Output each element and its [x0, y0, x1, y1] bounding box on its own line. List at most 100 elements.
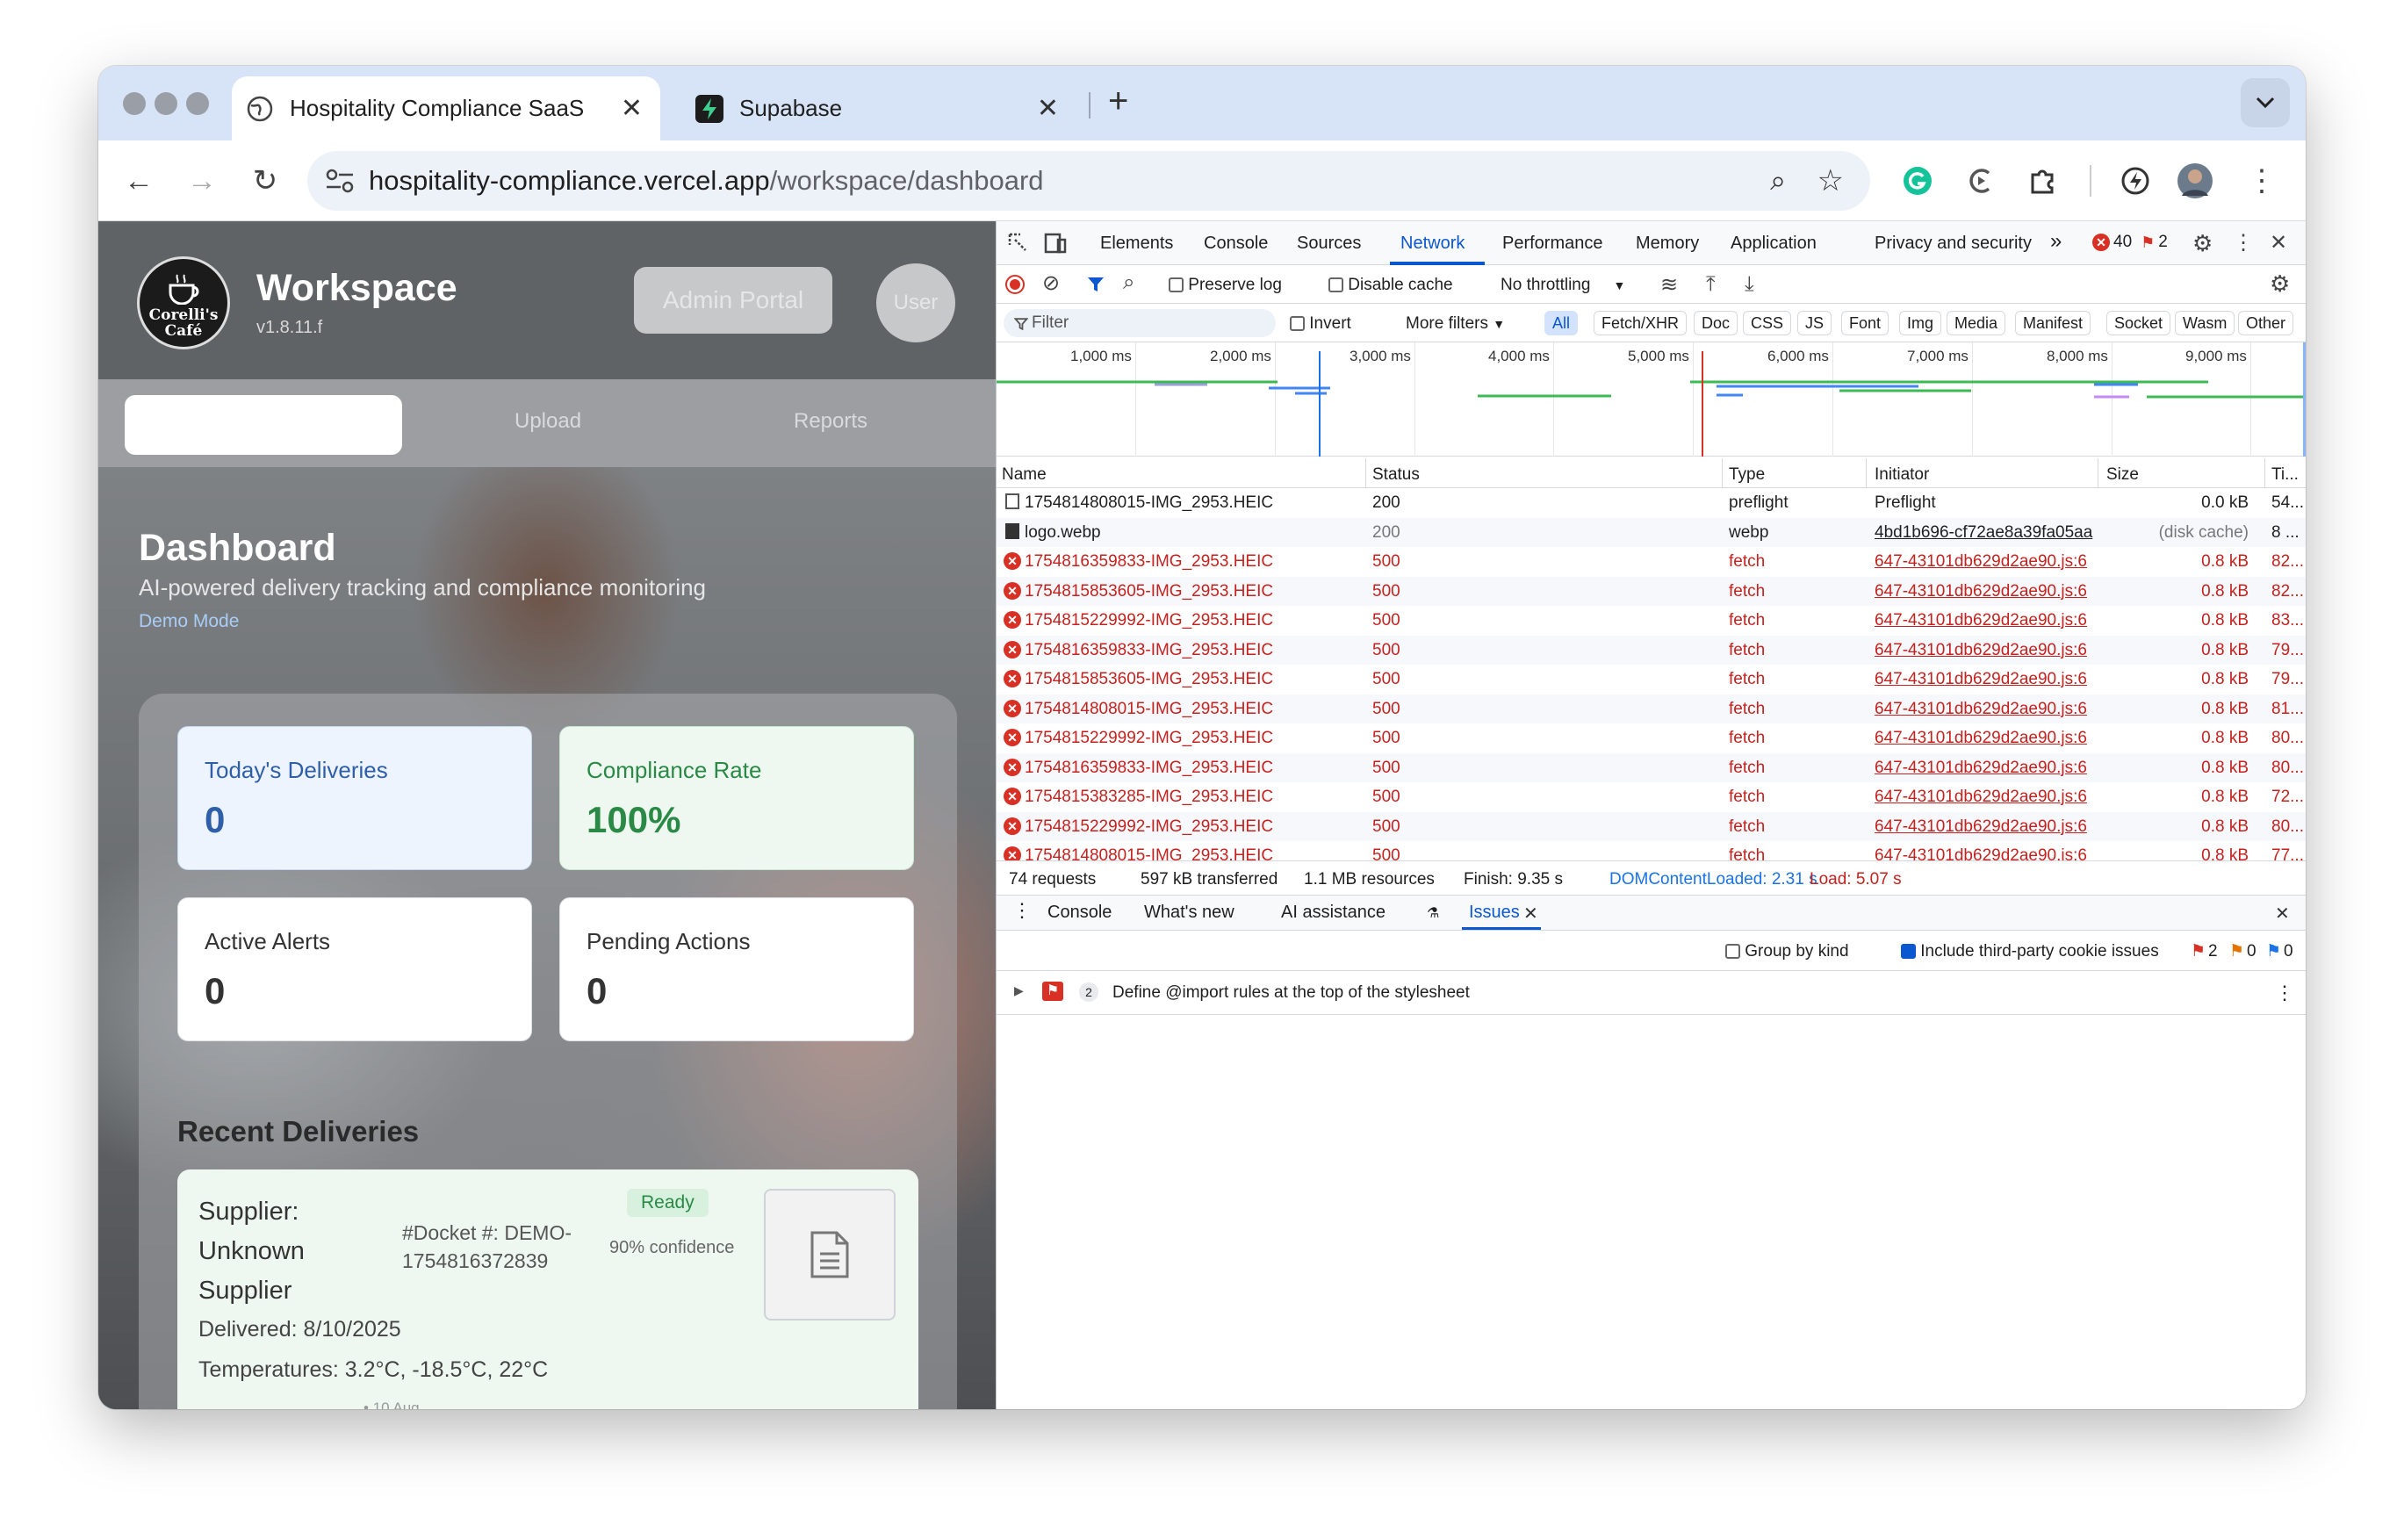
- new-tab-icon[interactable]: +: [1108, 82, 1128, 121]
- back-icon[interactable]: ←: [118, 160, 160, 202]
- cell-initiator[interactable]: 647-43101db629d2ae90.js:6: [1875, 729, 2094, 748]
- devtools-menu-icon[interactable]: ⋮: [2233, 230, 2254, 255]
- expand-triangle-icon[interactable]: ▶: [1014, 983, 1024, 998]
- zoom-window-button[interactable]: [186, 92, 209, 115]
- device-toolbar-icon[interactable]: [1044, 232, 1067, 255]
- chip-img[interactable]: Img: [1899, 311, 1942, 335]
- cell-initiator[interactable]: 647-43101db629d2ae90.js:6: [1875, 582, 2094, 601]
- avatar[interactable]: [2174, 160, 2216, 202]
- close-tab-icon[interactable]: ✕: [621, 93, 643, 124]
- drawer-menu-icon[interactable]: ⋮: [1012, 899, 1032, 922]
- more-filters-dropdown[interactable]: More filters ▼: [1406, 314, 1505, 334]
- reload-icon[interactable]: ↻: [244, 160, 286, 202]
- cell-initiator[interactable]: 647-43101db629d2ae90.js:6: [1875, 700, 2094, 719]
- network-settings-icon[interactable]: ⚙: [2270, 270, 2290, 298]
- record-icon[interactable]: [1005, 275, 1025, 294]
- cell-initiator[interactable]: 647-43101db629d2ae90.js:6: [1875, 641, 2094, 660]
- document-thumbnail[interactable]: [764, 1189, 896, 1321]
- network-conditions-icon[interactable]: ≋: [1660, 272, 1678, 298]
- tab-supabase[interactable]: Supabase ✕: [681, 76, 1076, 140]
- request-row[interactable]: ✕ 1754815229992-IMG_2953.HEIC 500 fetch 647-…: [997, 811, 2306, 841]
- request-row[interactable]: ✕ 1754815853605-IMG_2953.HEIC 500 fetch 647-…: [997, 665, 2306, 694]
- third-party-checkbox[interactable]: Include third-party cookie issues: [1901, 942, 2159, 961]
- drawer-tab-console[interactable]: Console: [1047, 903, 1112, 923]
- throttling-select[interactable]: No throttling ▼: [1501, 276, 1625, 295]
- cell-initiator[interactable]: 647-43101db629d2ae90.js:6: [1875, 552, 2094, 572]
- chip-other[interactable]: Other: [2238, 311, 2294, 335]
- error-counter[interactable]: ✕ 40 ⚑ 2: [2092, 233, 2168, 252]
- close-issues-tab-icon[interactable]: ✕: [1523, 903, 1538, 925]
- drawer-tab-whats-new[interactable]: What's new: [1144, 903, 1234, 923]
- request-row[interactable]: ✕ 1754816359833-IMG_2953.HEIC 500 fetch 647-…: [997, 547, 2306, 577]
- request-row[interactable]: ✕ 1754816359833-IMG_2953.HEIC 500 fetch 647-…: [997, 635, 2306, 665]
- issue-row[interactable]: ▶ ⚑ 2 Define @import rules at the top of…: [997, 971, 2306, 1015]
- cell-initiator[interactable]: 647-43101db629d2ae90.js:6: [1875, 788, 2094, 807]
- performance-icon[interactable]: [2114, 160, 2156, 202]
- filter-input[interactable]: Filter: [1004, 309, 1276, 337]
- request-row[interactable]: ✕ 1754815229992-IMG_2953.HEIC 500 fetch 647-…: [997, 723, 2306, 753]
- extensions-puzzle-icon[interactable]: [2021, 160, 2063, 202]
- tab-performance[interactable]: Performance: [1502, 234, 1603, 254]
- col-name[interactable]: Name: [1002, 465, 1047, 485]
- grammarly-icon[interactable]: [1897, 160, 1939, 202]
- disable-cache-checkbox[interactable]: Disable cache: [1328, 276, 1453, 295]
- demo-mode-link[interactable]: Demo Mode: [139, 611, 239, 632]
- chip-font[interactable]: Font: [1841, 311, 1889, 335]
- request-row[interactable]: ✕ 1754814808015-IMG_2953.HEIC 500 fetch 647-…: [997, 694, 2306, 723]
- site-settings-icon[interactable]: [325, 168, 355, 194]
- request-row[interactable]: ✕ 1754814808015-IMG_2953.HEIC 500 fetch 647-…: [997, 841, 2306, 860]
- request-row[interactable]: ✕ 1754816359833-IMG_2953.HEIC 500 fetch 647-…: [997, 752, 2306, 782]
- chip-fetch-xhr[interactable]: Fetch/XHR: [1594, 311, 1688, 335]
- clear-icon[interactable]: ⊘: [1042, 270, 1060, 296]
- delivery-card[interactable]: Supplier: Unknown Supplier #Docket #: DE…: [177, 1169, 918, 1409]
- cell-initiator[interactable]: Preflight: [1875, 493, 2094, 513]
- col-size[interactable]: Size: [2106, 465, 2139, 485]
- request-row[interactable]: ✕ 1754815853605-IMG_2953.HEIC 500 fetch 647-…: [997, 576, 2306, 606]
- settings-gear-icon[interactable]: ⚙: [2192, 230, 2213, 257]
- tab-upload[interactable]: Upload: [515, 409, 581, 434]
- request-row[interactable]: 1754814808015-IMG_2953.HEIC 200 preflight P…: [997, 488, 2306, 518]
- preserve-log-checkbox[interactable]: Preserve log: [1169, 276, 1282, 295]
- request-row[interactable]: logo.webp 200 webp 4bd1b696-cf72ae8a39fa05a…: [997, 517, 2306, 547]
- extension-icon[interactable]: [1960, 160, 2002, 202]
- tab-hospitality[interactable]: Hospitality Compliance SaaS ✕: [232, 76, 660, 140]
- col-type[interactable]: Type: [1729, 465, 1765, 485]
- chip-media[interactable]: Media: [1947, 311, 2006, 335]
- col-initiator[interactable]: Initiator: [1875, 465, 1929, 485]
- tab-dashboard[interactable]: [125, 395, 402, 455]
- filter-funnel-icon[interactable]: [1086, 275, 1105, 294]
- user-menu-button[interactable]: User: [876, 263, 955, 342]
- issue-menu-icon[interactable]: ⋮: [2275, 982, 2294, 1004]
- group-by-kind-checkbox[interactable]: Group by kind: [1725, 942, 1849, 961]
- tab-reports[interactable]: Reports: [794, 409, 867, 434]
- address-bar[interactable]: hospitality-compliance.vercel.app/worksp…: [307, 151, 1870, 211]
- col-status[interactable]: Status: [1372, 465, 1420, 485]
- close-devtools-icon[interactable]: ✕: [2270, 230, 2287, 255]
- cell-initiator[interactable]: 4bd1b696-cf72ae8a39fa05aa: [1875, 523, 2094, 543]
- cell-initiator[interactable]: 647-43101db629d2ae90.js:6: [1875, 846, 2094, 860]
- minimize-window-button[interactable]: [155, 92, 177, 115]
- forward-icon[interactable]: →: [181, 160, 223, 202]
- admin-portal-button[interactable]: Admin Portal: [634, 267, 832, 334]
- chip-all[interactable]: All: [1544, 311, 1579, 335]
- cell-initiator[interactable]: 647-43101db629d2ae90.js:6: [1875, 759, 2094, 778]
- network-overview-timeline[interactable]: 1,000 ms 2,000 ms 3,000 ms 4,000 ms 5,00…: [997, 342, 2306, 457]
- zoom-icon[interactable]: ⌕: [1770, 164, 1786, 198]
- col-time[interactable]: Ti...: [2271, 465, 2299, 485]
- invert-checkbox[interactable]: Invert: [1290, 314, 1351, 334]
- tab-application[interactable]: Application: [1731, 234, 1817, 254]
- drawer-tab-issues[interactable]: Issues: [1469, 903, 1520, 923]
- more-tabs-icon[interactable]: »: [2050, 229, 2062, 254]
- request-row[interactable]: ✕ 1754815229992-IMG_2953.HEIC 500 fetch 647-…: [997, 606, 2306, 636]
- cell-initiator[interactable]: 647-43101db629d2ae90.js:6: [1875, 670, 2094, 689]
- tab-sources[interactable]: Sources: [1297, 234, 1361, 254]
- chip-js[interactable]: JS: [1797, 311, 1832, 335]
- close-window-button[interactable]: [123, 92, 146, 115]
- close-drawer-icon[interactable]: ✕: [2275, 903, 2290, 925]
- tab-search-button[interactable]: [2241, 78, 2290, 127]
- tab-console[interactable]: Console: [1204, 234, 1268, 254]
- chip-wasm[interactable]: Wasm: [2175, 311, 2235, 335]
- inspect-element-icon[interactable]: [1007, 232, 1030, 255]
- tab-privacy-security[interactable]: Privacy and security: [1875, 234, 2032, 254]
- close-tab-icon[interactable]: ✕: [1037, 93, 1059, 124]
